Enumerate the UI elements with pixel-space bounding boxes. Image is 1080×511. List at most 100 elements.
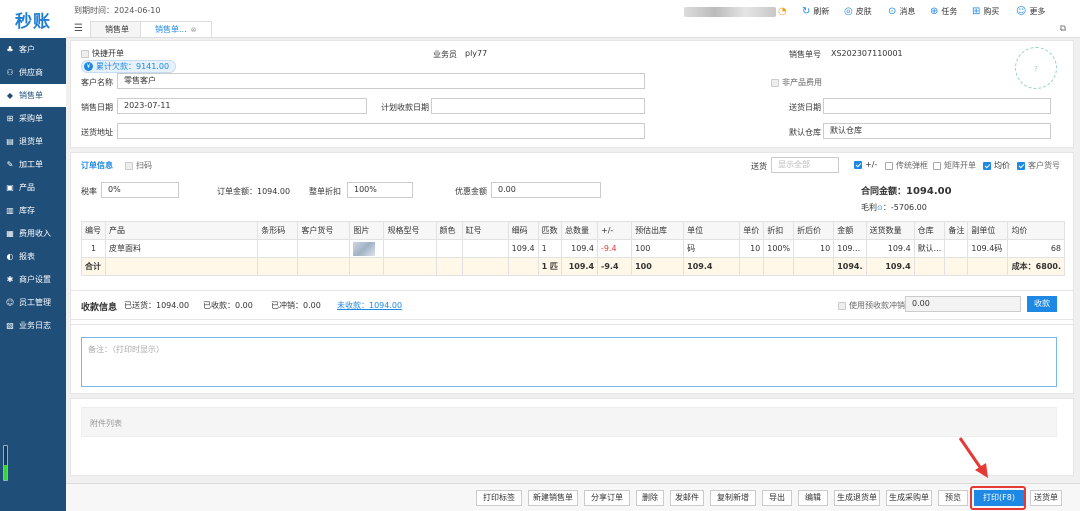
action-button-4[interactable]: 发邮件 <box>670 490 704 506</box>
sidebar-item-12[interactable]: ▧ 业务日志 <box>0 314 66 337</box>
buy-button[interactable]: ⊞ 购买 <box>972 6 999 17</box>
action-button-6[interactable]: 导出 <box>762 490 792 506</box>
matrix-checkbox[interactable]: 矩阵开单 <box>933 160 976 171</box>
column-header[interactable]: 图片 <box>349 221 385 240</box>
tab-sales-list[interactable]: 销售单 <box>90 21 144 37</box>
sidebar-item-4[interactable]: ▤ 退货单 <box>0 130 66 153</box>
table-cell[interactable]: 109.4 <box>507 239 539 258</box>
custno-checkbox[interactable]: 客户货号 <box>1017 160 1060 171</box>
column-header[interactable]: 送货数量 <box>865 221 915 240</box>
refresh-button[interactable]: ↻ 刷新 <box>802 6 829 17</box>
unpaid-link[interactable]: 未收款：1094.00 <box>337 300 402 311</box>
sidebar-item-9[interactable]: ◐ 报表 <box>0 245 66 268</box>
column-header[interactable]: 条形码 <box>257 221 299 240</box>
warehouse-input[interactable]: 默认仓库 <box>823 123 1051 139</box>
column-header[interactable]: 均价 <box>1007 221 1065 240</box>
action-button-5[interactable]: 复制新增 <box>710 490 756 506</box>
remark-textarea[interactable]: 备注：（打印时显示） <box>81 337 1057 387</box>
column-header[interactable]: 金额 <box>833 221 867 240</box>
column-header[interactable]: 副单位 <box>967 221 1009 240</box>
column-header[interactable]: 编号 <box>80 221 107 240</box>
plan-date-input[interactable] <box>431 98 645 114</box>
nonproduct-fee-checkbox[interactable]: 非产品费用 <box>771 77 822 88</box>
sidebar-item-7[interactable]: ▥ 库存 <box>0 199 66 222</box>
scan-checkbox[interactable]: 扫码 <box>125 160 152 171</box>
table-cell[interactable]: 100% <box>763 239 795 258</box>
message-button[interactable]: ⊙ 消息 <box>888 6 915 17</box>
table-cell[interactable]: 1 <box>80 239 107 258</box>
attachment-list[interactable]: 附件列表 <box>81 407 1057 437</box>
table-cell[interactable]: 109.4 <box>560 239 599 258</box>
sidebar-item-5[interactable]: ✎ 加工单 <box>0 153 66 176</box>
table-cell[interactable]: 10 <box>793 239 835 258</box>
sidebar-item-2[interactable]: ◆ 销售单 <box>0 84 66 107</box>
promo-input[interactable]: 0.00 <box>491 182 601 198</box>
window-icon[interactable]: ⧉ <box>1060 24 1066 34</box>
table-cell[interactable] <box>435 239 463 258</box>
table-cell[interactable]: 109.4 <box>865 239 915 258</box>
sidebar-item-3[interactable]: ⊞ 采购单 <box>0 107 66 130</box>
date-input[interactable]: 2023-07-11 <box>117 98 367 114</box>
table-cell[interactable] <box>297 239 351 258</box>
skin-button[interactable]: ◎ 皮肤 <box>844 6 872 17</box>
quick-order-checkbox[interactable]: 快捷开单 <box>81 48 124 59</box>
sidebar-item-0[interactable]: ♣ 客户 <box>0 38 66 61</box>
action-button-9[interactable]: 生成采购单 <box>886 490 932 506</box>
menu-toggle-icon[interactable]: ☰ <box>74 23 83 34</box>
table-cell[interactable] <box>383 239 437 258</box>
table-cell[interactable]: 码 <box>683 239 741 258</box>
table-cell[interactable]: 68 <box>1007 239 1065 258</box>
delivery-select[interactable]: 显示全部 <box>771 157 839 173</box>
table-cell[interactable] <box>461 239 509 258</box>
column-header[interactable]: 预估出库 <box>631 221 685 240</box>
prepay-input[interactable]: 0.00 <box>905 296 1021 312</box>
column-header[interactable]: 匹数 <box>537 221 562 240</box>
action-button-10[interactable]: 预览 <box>938 490 968 506</box>
column-header[interactable]: 单价 <box>739 221 765 240</box>
column-header[interactable]: 备注 <box>944 221 969 240</box>
avatar-icon[interactable]: ◔ <box>778 6 790 17</box>
salesman-value[interactable]: ply77 <box>465 49 487 58</box>
sidebar-item-11[interactable]: ☺ 员工管理 <box>0 291 66 314</box>
column-header[interactable]: 产品 <box>105 221 259 240</box>
product-image[interactable] <box>353 241 376 256</box>
action-button-0[interactable]: 打印标签 <box>476 490 522 506</box>
table-cell[interactable]: 默认... <box>913 239 946 258</box>
column-header[interactable]: 规格型号 <box>383 221 437 240</box>
column-header[interactable]: 细码 <box>507 221 539 240</box>
prepay-checkbox[interactable]: 使用预收款冲销 <box>838 300 905 311</box>
tax-input[interactable]: 0% <box>101 182 179 198</box>
close-icon[interactable]: ⊗ <box>191 26 197 34</box>
action-button-3[interactable]: 删除 <box>636 490 664 506</box>
action-button-8[interactable]: 生成退货单 <box>834 490 880 506</box>
column-header[interactable]: 缸号 <box>461 221 509 240</box>
column-header[interactable]: 折后价 <box>793 221 835 240</box>
more-button[interactable]: ☺ 更多 <box>1016 6 1045 17</box>
discount-input[interactable]: 100% <box>347 182 413 198</box>
table-cell[interactable]: 10 <box>739 239 765 258</box>
avgprice-checkbox[interactable]: 均价 <box>983 160 1010 171</box>
table-cell[interactable] <box>349 239 385 258</box>
table-cell[interactable]: -9.4 <box>597 239 633 258</box>
table-cell[interactable]: 1 <box>537 239 562 258</box>
column-header[interactable]: 仓库 <box>913 221 946 240</box>
action-button-12[interactable]: 送货单 <box>1030 490 1062 506</box>
plusminus-checkbox[interactable]: +/- <box>854 160 877 169</box>
column-header[interactable]: 总数量 <box>560 221 599 240</box>
action-button-1[interactable]: 新建销售单 <box>528 490 578 506</box>
column-header[interactable]: 折扣 <box>763 221 795 240</box>
table-cell[interactable]: 100 <box>631 239 685 258</box>
column-header[interactable]: 颜色 <box>435 221 463 240</box>
sidebar-item-10[interactable]: ✱ 商户设置 <box>0 268 66 291</box>
table-cell[interactable] <box>944 239 969 258</box>
collect-button[interactable]: 收款 <box>1027 296 1057 312</box>
tab-sales-detail[interactable]: 销售单... ⊗ <box>140 21 212 37</box>
table-cell[interactable]: 109.4码 <box>967 239 1009 258</box>
column-header[interactable]: 单位 <box>683 221 741 240</box>
table-cell[interactable]: 109... <box>833 239 867 258</box>
table-row[interactable]: 1 皮草面料 109.4 1 109.4 -9.4 100 码 10 100% 10 109... 10… <box>80 239 1065 258</box>
table-cell[interactable] <box>257 239 299 258</box>
column-header[interactable]: +/- <box>597 221 633 240</box>
action-button-2[interactable]: 分享订单 <box>584 490 630 506</box>
delivery-date-input[interactable] <box>823 98 1051 114</box>
